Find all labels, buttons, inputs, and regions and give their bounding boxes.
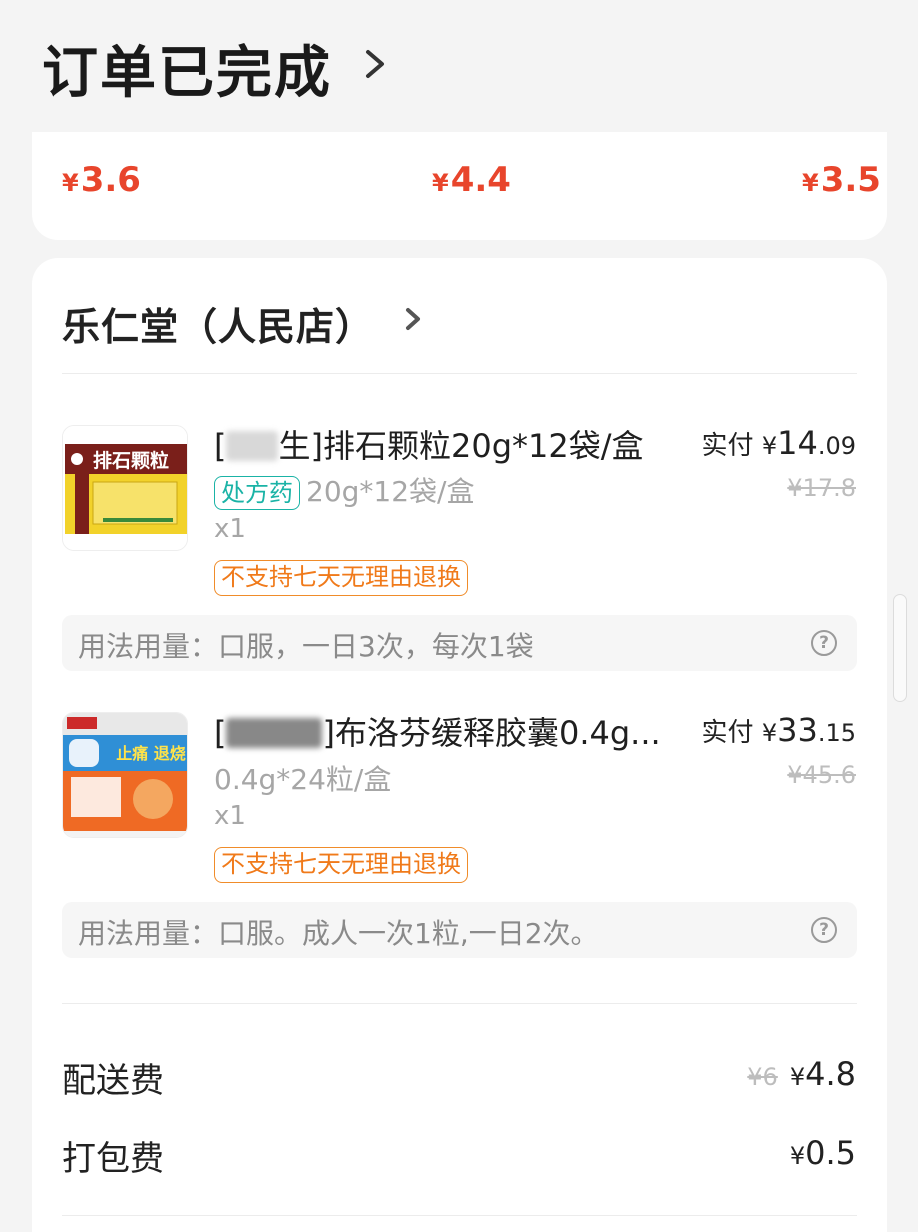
delivery-fee-label: 配送费 xyxy=(62,1061,164,1101)
return-policy-badge: 不支持七天无理由退换 xyxy=(214,847,468,883)
usage-instructions[interactable]: 用法用量：口服，一日3次，每次1袋 ? xyxy=(62,615,857,671)
original-price: ¥17.8 xyxy=(787,474,856,502)
product-thumbnail[interactable]: 止痛 退烧 xyxy=(62,712,188,838)
store-name[interactable]: 乐仁堂（人民店） xyxy=(62,296,374,351)
usage-instructions[interactable]: 用法用量：口服。成人一次1粒,一日2次。 ? xyxy=(62,902,857,958)
product-image: 排石颗粒 xyxy=(63,426,187,550)
original-price: ¥45.6 xyxy=(787,761,856,789)
product-quantity: x1 xyxy=(214,514,246,544)
page-header[interactable]: 订单已完成 xyxy=(0,0,918,132)
help-icon[interactable]: ? xyxy=(811,630,837,656)
svg-text:止痛 退烧: 止痛 退烧 xyxy=(116,744,186,763)
recommend-price-1: ¥3.6 xyxy=(62,160,141,200)
svg-text:排石颗粒: 排石颗粒 xyxy=(93,449,169,472)
product-spec: 处方药 20g*12袋/盒 xyxy=(214,470,474,510)
return-policy-badge: 不支持七天无理由退换 xyxy=(214,560,468,596)
packing-fee-value: ¥0.5 xyxy=(789,1134,856,1172)
product-image: 止痛 退烧 xyxy=(63,713,187,837)
paid-amount: 实付 ¥14.09 xyxy=(701,424,856,462)
recommend-price-3: ¥3.5 xyxy=(802,160,881,200)
divider xyxy=(62,1003,857,1004)
order-status-title[interactable]: 订单已完成 xyxy=(42,28,332,109)
chevron-right-icon[interactable] xyxy=(360,44,390,84)
paid-amount: 实付 ¥33.15 xyxy=(701,711,856,749)
product-name[interactable]: []布洛芬缓释胶囊0.4g... xyxy=(214,708,661,754)
divider xyxy=(62,1215,857,1216)
recommend-price-2: ¥4.4 xyxy=(432,160,511,200)
product-thumbnail[interactable]: 排石颗粒 xyxy=(62,425,188,551)
scrollbar[interactable] xyxy=(893,594,907,702)
prescription-badge: 处方药 xyxy=(214,476,300,510)
divider xyxy=(62,373,857,374)
packing-fee-label: 打包费 xyxy=(62,1139,164,1179)
product-spec: 0.4g*24粒/盒 xyxy=(214,763,392,796)
product-name[interactable]: [生]排石颗粒20g*12袋/盒 xyxy=(214,421,644,467)
delivery-fee-value: ¥6 ¥4.8 xyxy=(747,1055,856,1093)
product-quantity: x1 xyxy=(214,801,246,831)
help-icon[interactable]: ? xyxy=(811,917,837,943)
store-chevron-icon[interactable] xyxy=(402,306,424,332)
